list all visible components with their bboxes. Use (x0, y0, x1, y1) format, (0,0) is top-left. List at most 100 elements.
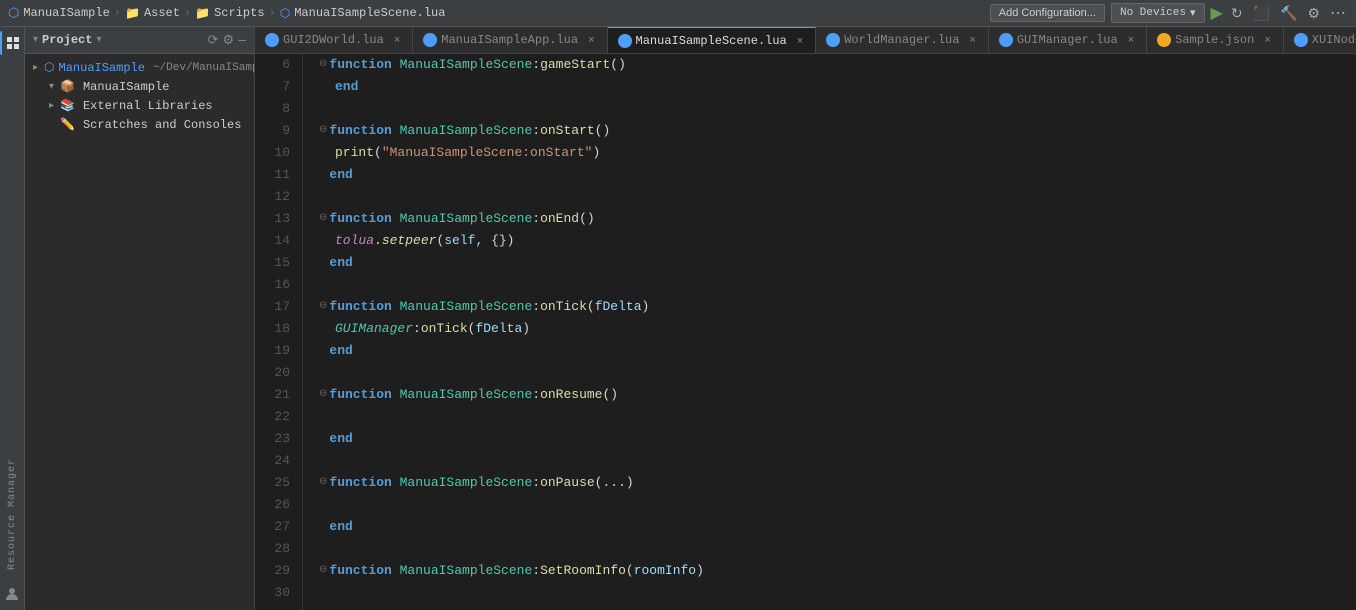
tab-icon-scene (618, 34, 632, 48)
editor-area: GUI2DWorld.lua × ManuaISampleApp.lua × M… (255, 27, 1356, 610)
tab-close-scene[interactable]: × (795, 35, 805, 47)
collapse-icon[interactable]: — (238, 33, 246, 48)
restart-button[interactable]: ↻ (1229, 3, 1245, 24)
code-line-9: ⊖ function ManuaISampleScene:onStart() (319, 120, 1356, 142)
ext-arrow: ▸ (49, 100, 54, 112)
tab-xuinode[interactable]: XUINode.lua (1284, 27, 1356, 54)
fold-9[interactable]: ⊖ (319, 120, 327, 142)
tab-icon-gui2d (265, 33, 279, 47)
root-arrow: ▸ (33, 62, 38, 74)
scratch-label: Scratches and Consoles (83, 118, 241, 132)
tab-label-app: ManuaISampleApp.lua (441, 33, 578, 47)
settings-icon[interactable]: ⚙ (223, 33, 235, 48)
tab-close-json[interactable]: × (1262, 34, 1272, 46)
tree-item-scratches[interactable]: ▸ ✏️ Scratches and Consoles (25, 115, 254, 134)
breadcrumb: ⬡ ManuaISample › 📁 Asset › 📁 Scripts › ⬡… (8, 6, 445, 21)
toolbar-right: Add Configuration... No Devices ▾ ▶ ↻ ⬛ … (990, 1, 1348, 25)
scripts-icon: 📁 (195, 6, 210, 21)
project-header: ▾ Project ▾ ⟳ ⚙ — (25, 27, 254, 54)
code-line-8 (319, 98, 1356, 120)
code-line-19: ⊖ end (319, 340, 1356, 362)
tab-gui2dworld[interactable]: GUI2DWorld.lua × (255, 27, 413, 54)
tree-item-root[interactable]: ▸ ⬡ ManuaISample ~/Dev/ManuaISample (25, 58, 254, 77)
code-line-25: ⊖ function ManuaISampleScene:onPause(...… (319, 472, 1356, 494)
tab-close-gui2d[interactable]: × (392, 34, 402, 46)
asset-icon: 📁 (125, 6, 140, 21)
tab-samplejson[interactable]: Sample.json × (1147, 27, 1284, 54)
project-chevron: ▾ (33, 34, 38, 46)
code-line-29: ⊖ function ManuaISampleScene:SetRoomInfo… (319, 560, 1356, 582)
tab-label-scene: ManuaISampleScene.lua (636, 34, 787, 48)
debug-button[interactable]: ⚙ (1305, 3, 1322, 24)
sync-icon[interactable]: ⟳ (208, 33, 219, 48)
breadcrumb-project[interactable]: ManuaISample (23, 6, 109, 20)
project-title[interactable]: ▾ Project ▾ (33, 33, 101, 47)
activity-project-icon[interactable] (0, 31, 24, 55)
code-line-26 (319, 494, 1356, 516)
add-configuration-button[interactable]: Add Configuration... (990, 4, 1105, 22)
code-line-10: print("ManuaISampleScene:onStart") (319, 142, 1356, 164)
resource-manager-label[interactable]: Resource Manager (7, 458, 18, 570)
ext-label: External Libraries (83, 99, 213, 113)
activity-bottom-icon[interactable] (0, 582, 24, 606)
breadcrumb-file[interactable]: ManuaISampleScene.lua (294, 6, 445, 20)
tab-close-app[interactable]: × (586, 34, 596, 46)
tab-icon-app (423, 33, 437, 47)
tab-label-xui: XUINode.lua (1312, 33, 1356, 47)
code-editor[interactable]: 6 7 8 9 10 11 12 13 14 15 16 17 18 19 20… (255, 54, 1356, 610)
chevron-down-icon: ▾ (1190, 6, 1196, 20)
tab-close-world[interactable]: × (967, 34, 977, 46)
code-line-14: tolua.setpeer(self, {}) (319, 230, 1356, 252)
tab-label-gui: GUIManager.lua (1017, 33, 1118, 47)
fold-13[interactable]: ⊖ (319, 208, 327, 230)
folder-label: ManuaISample (83, 80, 169, 94)
project-dropdown-icon[interactable]: ▾ (96, 34, 101, 46)
code-content: ⊖ function ManuaISampleScene:gameStart()… (303, 54, 1356, 610)
project-panel: ▾ Project ▾ ⟳ ⚙ — ▸ ⬡ ManuaISample ~/Dev… (25, 27, 255, 610)
fold-17[interactable]: ⊖ (319, 296, 327, 318)
tab-manualsamplescene[interactable]: ManuaISampleScene.lua × (608, 27, 817, 54)
code-line-7: end (319, 76, 1356, 98)
code-line-27: ⊖ end (319, 516, 1356, 538)
tab-close-gui[interactable]: × (1126, 34, 1136, 46)
fold-21[interactable]: ⊖ (319, 384, 327, 406)
code-line-20 (319, 362, 1356, 384)
scratch-icon: ✏️ (60, 117, 75, 132)
breadcrumb-asset[interactable]: Asset (144, 6, 180, 20)
tree-item-manualsample[interactable]: ▾ 📦 ManuaISample (25, 77, 254, 96)
tab-bar: GUI2DWorld.lua × ManuaISampleApp.lua × M… (255, 27, 1356, 54)
code-line-15: ⊖ end (319, 252, 1356, 274)
code-line-23: ⊖ end (319, 428, 1356, 450)
code-line-18: GUIManager:onTick(fDelta) (319, 318, 1356, 340)
main-layout: Resource Manager ▾ Project ▾ ⟳ ⚙ — ▸ ⬡ M… (0, 27, 1356, 610)
fold-29[interactable]: ⊖ (319, 560, 327, 582)
fold-25[interactable]: ⊖ (319, 472, 327, 494)
stop-button[interactable]: ⬛ (1251, 3, 1272, 24)
line-numbers: 6 7 8 9 10 11 12 13 14 15 16 17 18 19 20… (255, 54, 303, 610)
tab-guimanager[interactable]: GUIManager.lua × (989, 27, 1147, 54)
more-button[interactable]: ⋯ (1328, 1, 1348, 25)
bc-sep-3: › (269, 6, 276, 20)
project-label: Project (42, 33, 92, 47)
tab-manualsampleapp[interactable]: ManuaISampleApp.lua × (413, 27, 607, 54)
folder-icon: 📦 (60, 79, 75, 94)
breadcrumb-scripts[interactable]: Scripts (214, 6, 264, 20)
fold-6[interactable]: ⊖ (319, 54, 327, 76)
root-label: ManuaISample (59, 61, 145, 75)
no-devices-dropdown[interactable]: No Devices ▾ (1111, 3, 1205, 23)
tab-icon-world (826, 33, 840, 47)
tab-icon-gui (999, 33, 1013, 47)
play-button[interactable]: ▶ (1211, 3, 1223, 23)
build-button[interactable]: 🔨 (1278, 3, 1299, 24)
tree-item-ext-libraries[interactable]: ▸ 📚 External Libraries (25, 96, 254, 115)
scratch-arrow: ▸ (49, 119, 54, 131)
tab-worldmanager[interactable]: WorldManager.lua × (816, 27, 989, 54)
file-icon: ⬡ (280, 6, 290, 21)
code-line-28 (319, 538, 1356, 560)
bc-sep-2: › (184, 6, 191, 20)
code-line-24 (319, 450, 1356, 472)
bc-sep-1: › (114, 6, 121, 20)
tab-label-gui2d: GUI2DWorld.lua (283, 33, 384, 47)
tab-icon-xui (1294, 33, 1308, 47)
code-line-16 (319, 274, 1356, 296)
